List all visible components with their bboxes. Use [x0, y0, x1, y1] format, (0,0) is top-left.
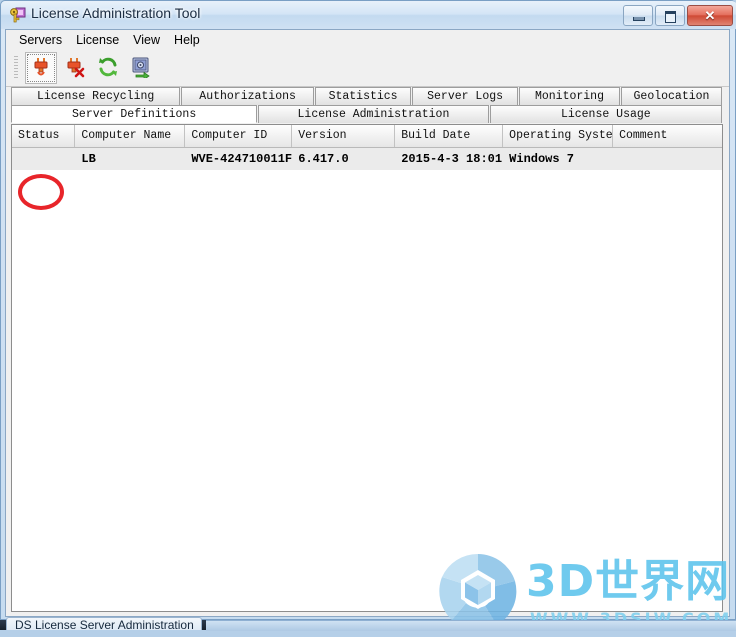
maximize-button[interactable]	[655, 5, 685, 26]
tab-statistics[interactable]: Statistics	[314, 87, 412, 105]
table-row[interactable]: LB WVE-424710011FE 6.417.0 2015-4-3 18:0…	[12, 148, 722, 170]
column-header-computer-name[interactable]: Computer Name	[75, 125, 186, 147]
menu-item-license[interactable]: License	[69, 31, 126, 49]
disconnect-server-button[interactable]	[60, 53, 90, 83]
taskbar-button-ds-license-server[interactable]: DS License Server Administration	[6, 617, 202, 630]
refresh-button[interactable]	[93, 53, 123, 83]
server-definitions-table: Status Computer Name Computer ID Version…	[11, 124, 723, 612]
connect-server-icon	[30, 56, 52, 81]
tab-authorizations[interactable]: Authorizations	[181, 87, 314, 105]
toolbar-grip[interactable]	[14, 56, 18, 80]
tab-license-usage[interactable]: License Usage	[489, 105, 722, 123]
tab-strip: License Recycling Authorizations Statist…	[11, 87, 723, 124]
menu-bar: Servers License View Help	[6, 30, 729, 51]
close-icon: ✕	[704, 7, 716, 23]
disconnect-server-icon	[64, 56, 86, 81]
license-administration-tool-window: License Administration Tool ✕ Servers Li…	[0, 0, 736, 631]
refresh-icon	[97, 56, 119, 81]
table-header-row: Status Computer Name Computer ID Version…	[12, 125, 722, 148]
title-bar: License Administration Tool ✕	[1, 1, 736, 29]
menu-item-view[interactable]: View	[126, 31, 167, 49]
column-header-computer-id[interactable]: Computer ID	[185, 125, 293, 147]
tab-monitoring[interactable]: Monitoring	[518, 87, 620, 105]
cell-computer-name: LB	[81, 152, 96, 166]
connect-server-button[interactable]	[25, 52, 57, 84]
close-button[interactable]: ✕	[687, 5, 733, 26]
tab-server-definitions[interactable]: Server Definitions	[11, 105, 258, 123]
column-header-operating-system[interactable]: Operating System	[503, 125, 614, 147]
export-safe-icon	[130, 56, 152, 81]
cell-computer-id: WVE-424710011FE	[191, 152, 293, 166]
taskbar-button-label: DS License Server Administration	[15, 618, 194, 630]
menu-item-help[interactable]: Help	[167, 31, 207, 49]
taskbar-background	[206, 620, 736, 631]
window-controls: ✕	[623, 5, 733, 26]
tab-geolocation[interactable]: Geolocation	[620, 87, 722, 105]
column-header-version[interactable]: Version	[292, 125, 396, 147]
column-header-build-date[interactable]: Build Date	[395, 125, 504, 147]
column-header-comment[interactable]: Comment	[613, 125, 722, 147]
client-area: Servers License View Help License Recycl…	[5, 29, 730, 630]
maximize-icon	[665, 11, 676, 23]
minimize-icon	[633, 17, 645, 21]
cell-build-date: 2015-4-3 18:01:	[401, 152, 504, 166]
tab-row-bottom: Server Definitions License Administratio…	[11, 105, 723, 124]
key-license-icon	[9, 6, 27, 24]
window-title: License Administration Tool	[31, 5, 201, 21]
export-safe-button[interactable]	[126, 53, 156, 83]
menu-item-servers[interactable]: Servers	[12, 31, 69, 49]
tab-server-logs[interactable]: Server Logs	[412, 87, 518, 105]
cell-operating-system: Windows 7	[509, 152, 574, 166]
cell-version: 6.417.0	[298, 152, 349, 166]
toolbar	[6, 50, 729, 87]
column-header-status[interactable]: Status	[12, 125, 76, 147]
minimize-button[interactable]	[623, 5, 653, 26]
window-frame: License Administration Tool ✕ Servers Li…	[0, 0, 736, 630]
tab-row-top: License Recycling Authorizations Statist…	[11, 87, 723, 106]
tab-license-recycling[interactable]: License Recycling	[11, 87, 181, 105]
tab-license-administration[interactable]: License Administration	[258, 105, 489, 123]
